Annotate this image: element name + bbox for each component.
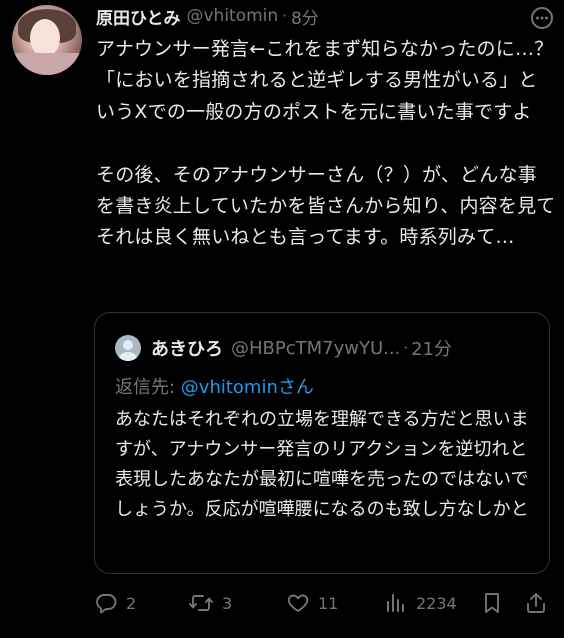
quoted-tweet-time[interactable]: 21分 — [411, 335, 452, 361]
share-icon — [524, 591, 548, 615]
quoted-author-name[interactable]: あきひろ — [151, 335, 223, 361]
quoted-tweet[interactable]: あきひろ @HBPcTM7ywYU... · 21分 返信先: @vhitomi… — [94, 312, 550, 574]
views-icon — [384, 591, 408, 615]
bookmark-button[interactable] — [480, 586, 504, 620]
reply-button[interactable]: 2 — [94, 586, 136, 620]
retweet-icon — [188, 591, 214, 615]
retweet-count: 3 — [222, 593, 233, 613]
like-count: 11 — [318, 593, 339, 613]
avatar-face — [30, 19, 60, 57]
author-handle[interactable]: @vhitomin — [187, 6, 279, 26]
bookmark-icon — [480, 591, 504, 615]
author-name[interactable]: 原田ひとみ — [96, 4, 181, 29]
quoted-author-handle[interactable]: @HBPcTM7ywYU... — [231, 338, 400, 359]
separator-dot: · — [403, 339, 409, 357]
more-icon[interactable] — [530, 6, 554, 30]
views-count: 2234 — [416, 593, 457, 613]
retweet-button[interactable]: 3 — [188, 586, 232, 620]
quoted-tweet-header: あきひろ @HBPcTM7ywYU... · 21分 — [115, 335, 452, 361]
tweet-header: 原田ひとみ @vhitomin · 8分 — [96, 3, 319, 29]
like-icon — [286, 591, 310, 615]
reply-count: 2 — [126, 593, 137, 613]
reply-icon — [94, 591, 118, 615]
separator-dot: · — [282, 7, 287, 25]
quoted-tweet-text: あなたはそれぞれの立場を理解できる方だと思いますが、アナウンサー発言のリアクショ… — [115, 409, 529, 520]
reply-to-suffix: さん — [277, 377, 314, 398]
views-button[interactable]: 2234 — [384, 586, 457, 620]
quoted-author-avatar[interactable] — [115, 335, 141, 361]
reply-to-prefix: 返信先: — [115, 377, 181, 398]
action-bar: 2 3 11 2234 — [94, 586, 554, 620]
tweet-time[interactable]: 8分 — [291, 4, 319, 29]
share-button[interactable] — [524, 586, 548, 620]
reply-to-line: 返信先: @vhitominさん — [115, 373, 314, 399]
tweet-text: アナウンサー発言←これをまず知らなかったのに…？「においを指摘されると逆ギレする… — [96, 38, 556, 249]
avatar-body — [12, 53, 82, 75]
author-avatar[interactable] — [12, 5, 82, 75]
like-button[interactable]: 11 — [286, 586, 338, 620]
reply-to-mention[interactable]: @vhitomin — [181, 377, 278, 398]
